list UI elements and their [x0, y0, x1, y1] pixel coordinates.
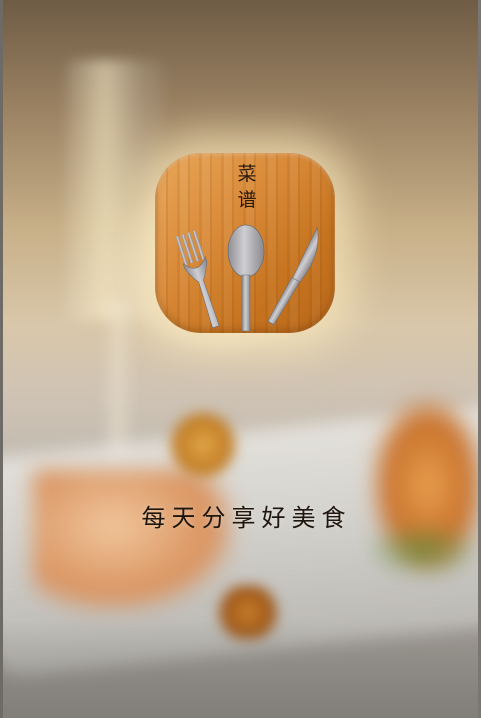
cutlery-graphic	[175, 224, 319, 332]
bottom-shade	[3, 620, 478, 718]
splash-screen: 菜 谱 每天分享好美食	[0, 0, 481, 718]
blurred-food	[33, 470, 233, 610]
blurred-glass-stem	[103, 300, 133, 460]
blurred-food	[168, 410, 238, 480]
app-logo: 菜 谱	[155, 153, 335, 333]
slogan-text: 每天分享好美食	[141, 504, 352, 532]
knife-icon	[267, 226, 319, 326]
blurred-wine-glass	[65, 60, 165, 320]
fork-icon	[175, 230, 220, 329]
spoon-icon	[227, 224, 265, 332]
